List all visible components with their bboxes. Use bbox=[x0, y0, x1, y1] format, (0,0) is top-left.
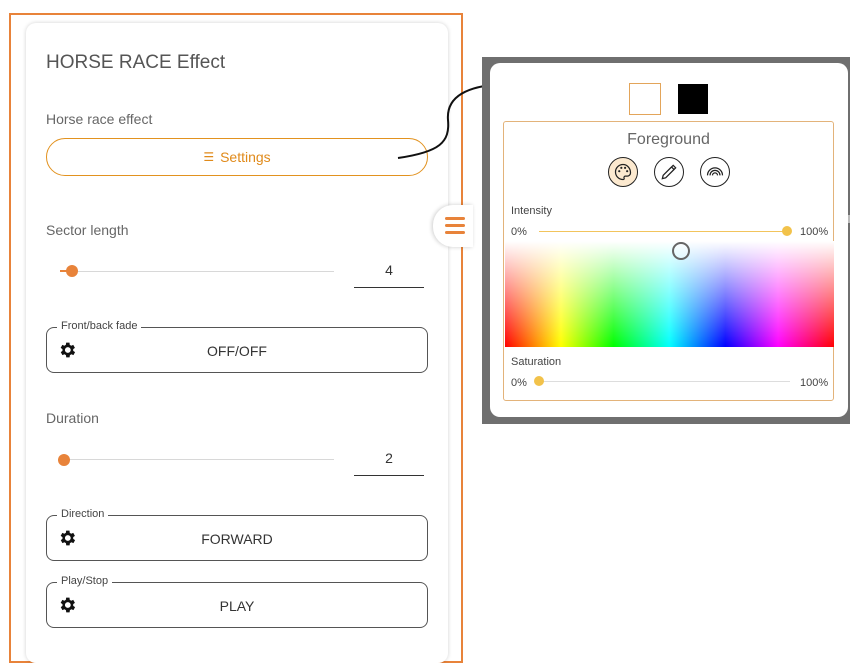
saturation-thumb[interactable] bbox=[534, 376, 544, 386]
picker-title: Foreground bbox=[627, 131, 710, 148]
front-back-fade-value: OFF/OFF bbox=[207, 343, 267, 359]
duration-input[interactable]: 2 bbox=[354, 445, 424, 476]
foreground-swatch[interactable] bbox=[629, 83, 661, 115]
sliders-icon: ☰ bbox=[203, 150, 215, 164]
saturation-slider[interactable] bbox=[540, 381, 790, 382]
saturation-max-label: 100% bbox=[800, 377, 829, 389]
palette-mode-button[interactable] bbox=[608, 157, 638, 187]
front-back-fade-select[interactable]: Front/back fade OFF/OFF bbox=[46, 320, 428, 373]
background-swatch[interactable] bbox=[678, 84, 708, 114]
palette-icon bbox=[614, 163, 632, 181]
color-spectrum[interactable] bbox=[505, 241, 834, 347]
effect-label: Horse race effect bbox=[46, 111, 153, 127]
menu-toggle-button[interactable] bbox=[433, 205, 473, 247]
play-stop-select[interactable]: Play/Stop PLAY bbox=[46, 575, 428, 628]
page-title: HORSE RACE Effect bbox=[46, 52, 226, 73]
intensity-slider[interactable] bbox=[539, 231, 791, 232]
direction-value: FORWARD bbox=[201, 531, 273, 547]
sector-length-label: Sector length bbox=[46, 222, 129, 238]
play-stop-value: PLAY bbox=[219, 598, 255, 614]
intensity-min-label: 0% bbox=[511, 226, 527, 238]
duration-label: Duration bbox=[46, 410, 99, 426]
intensity-label: Intensity bbox=[511, 205, 552, 217]
sector-length-slider[interactable] bbox=[60, 271, 334, 272]
front-back-fade-legend: Front/back fade bbox=[57, 320, 142, 332]
rainbow-mode-button[interactable] bbox=[700, 157, 730, 187]
edge-handle bbox=[848, 215, 850, 223]
sector-length-input[interactable]: 4 bbox=[354, 257, 424, 288]
direction-select[interactable]: Direction FORWARD bbox=[46, 508, 428, 561]
color-selector-ring[interactable] bbox=[672, 242, 690, 260]
saturation-label: Saturation bbox=[511, 356, 562, 368]
eyedropper-icon bbox=[661, 164, 677, 180]
direction-legend: Direction bbox=[57, 508, 109, 520]
duration-thumb[interactable] bbox=[58, 454, 70, 466]
settings-button-label: Settings bbox=[220, 149, 271, 165]
sector-length-thumb[interactable] bbox=[66, 265, 78, 277]
settings-button[interactable]: ☰ Settings bbox=[46, 138, 428, 176]
saturation-min-label: 0% bbox=[511, 377, 527, 389]
play-stop-legend: Play/Stop bbox=[57, 575, 113, 587]
intensity-max-label: 100% bbox=[800, 226, 829, 238]
eyedropper-mode-button[interactable] bbox=[654, 157, 684, 187]
duration-slider[interactable] bbox=[60, 459, 334, 460]
rainbow-icon bbox=[706, 167, 724, 176]
intensity-thumb[interactable] bbox=[782, 226, 792, 236]
